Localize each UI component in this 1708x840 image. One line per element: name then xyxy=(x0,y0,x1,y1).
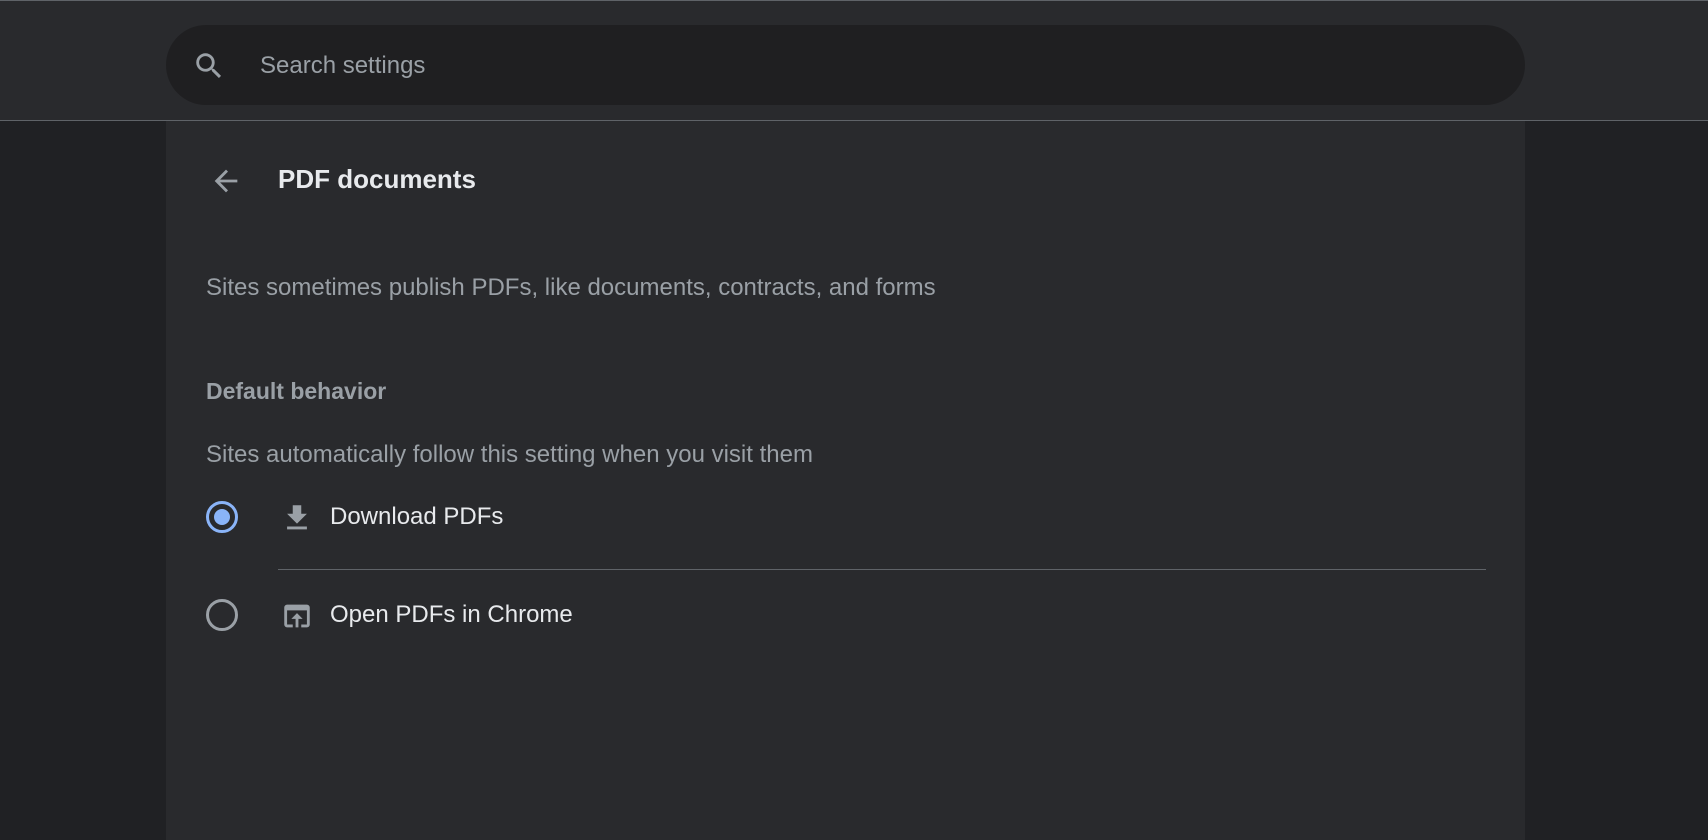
arrow-back-icon xyxy=(214,169,238,193)
search-input[interactable] xyxy=(258,43,1462,89)
open-in-browser-icon xyxy=(284,604,310,628)
radio-download-pdfs[interactable] xyxy=(206,501,238,533)
page-description: Sites sometimes publish PDFs, like docum… xyxy=(206,274,936,301)
search-icon xyxy=(196,53,222,79)
option-label: Open PDFs in Chrome xyxy=(330,601,573,628)
back-button[interactable] xyxy=(202,157,250,205)
settings-toolbar xyxy=(0,0,1708,121)
download-icon xyxy=(287,505,307,530)
settings-card: PDF documents Sites sometimes publish PD… xyxy=(166,121,1525,840)
option-download-pdfs[interactable]: Download PDFs xyxy=(206,487,1486,547)
section-subtitle: Sites automatically follow this setting … xyxy=(206,441,813,468)
page-title: PDF documents xyxy=(278,164,476,194)
radio-open-pdfs-in-chrome[interactable] xyxy=(206,599,238,631)
search-box[interactable] xyxy=(166,25,1525,105)
option-label: Download PDFs xyxy=(330,503,504,530)
section-heading: Default behavior xyxy=(206,378,387,404)
option-open-pdfs-in-chrome[interactable]: Open PDFs in Chrome xyxy=(206,585,1486,645)
divider xyxy=(278,569,1486,570)
